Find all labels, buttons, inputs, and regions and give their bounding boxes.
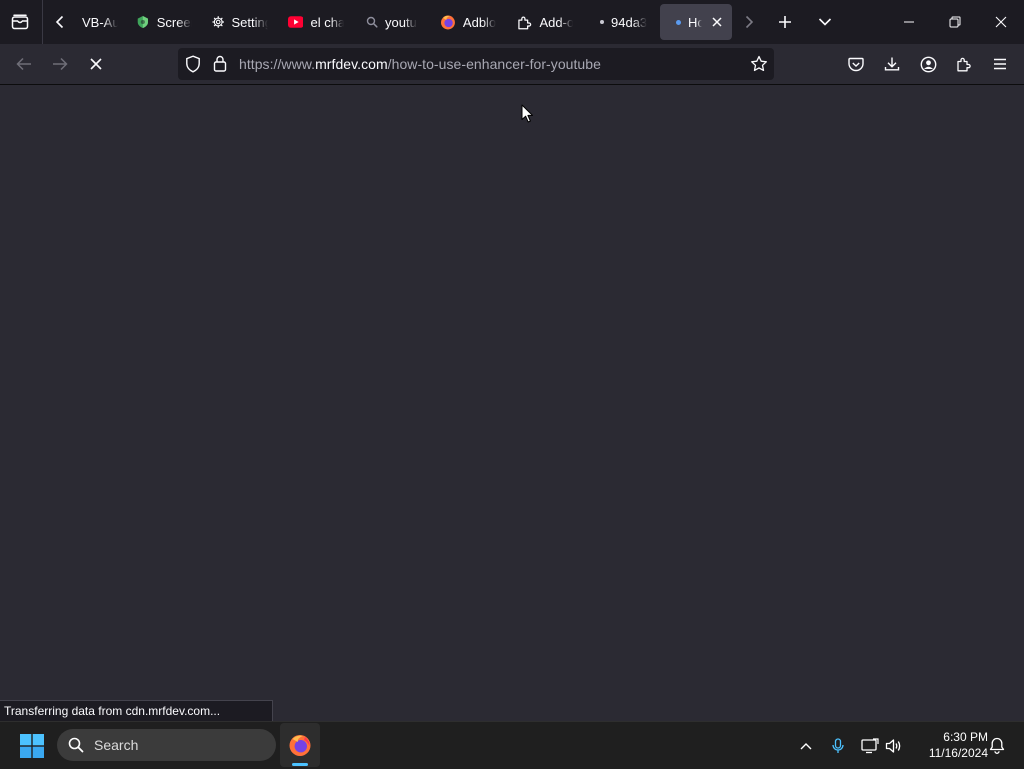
network-icon bbox=[861, 737, 879, 753]
green-shield-favicon bbox=[137, 16, 148, 28]
url-path: /how-to-use-enhancer-for-youtube bbox=[387, 56, 601, 72]
bookmark-star-button[interactable] bbox=[750, 55, 768, 73]
tab-add-ons[interactable]: Add-o bbox=[517, 4, 573, 40]
chevron-down-icon bbox=[818, 18, 832, 26]
pocket-icon bbox=[848, 57, 864, 71]
scroll-tabs-right-button[interactable] bbox=[734, 6, 764, 38]
volume-icon bbox=[885, 738, 901, 753]
tab-title: youtu bbox=[385, 14, 417, 30]
url-domain: mrfdev.com bbox=[315, 56, 388, 72]
mouse-cursor-icon bbox=[521, 104, 533, 123]
windows-taskbar: Search 6:30 PM 11/16/2024 bbox=[0, 721, 1024, 769]
url-text[interactable]: https://www.mrfdev.com/how-to-use-enhanc… bbox=[239, 56, 601, 72]
tab-how-to-use-enhancer[interactable]: How bbox=[660, 4, 732, 40]
tab-94da3[interactable]: 94da3 bbox=[598, 4, 648, 40]
restore-icon bbox=[949, 16, 961, 28]
show-hidden-icons-button[interactable] bbox=[792, 722, 820, 769]
tab-title: How bbox=[688, 14, 702, 30]
tab-title: Add-o bbox=[539, 14, 573, 30]
page-content-area[interactable] bbox=[0, 85, 1024, 721]
search-icon bbox=[366, 16, 378, 28]
tab-settings[interactable]: Settings bbox=[212, 4, 268, 40]
loading-dot-icon bbox=[676, 19, 681, 25]
chevron-up-icon bbox=[800, 742, 812, 749]
system-clock[interactable]: 6:30 PM 11/16/2024 bbox=[912, 729, 988, 761]
microphone-status[interactable] bbox=[826, 722, 850, 769]
tab-title: Settings bbox=[231, 14, 268, 30]
shield-icon bbox=[186, 55, 200, 73]
hamburger-menu-icon bbox=[994, 58, 1006, 70]
arrow-right-icon bbox=[53, 57, 68, 71]
network-status[interactable] bbox=[858, 722, 882, 769]
running-app-indicator bbox=[292, 763, 308, 766]
tab-title: el cha bbox=[310, 14, 344, 30]
new-tab-button[interactable] bbox=[769, 6, 801, 38]
chevron-left-icon bbox=[55, 15, 64, 29]
tab-youtube-search[interactable]: youtu bbox=[366, 4, 422, 40]
firefox-icon bbox=[289, 735, 311, 756]
downloads-button[interactable] bbox=[876, 48, 908, 80]
tab-title: Screen bbox=[156, 14, 192, 30]
lock-icon bbox=[213, 55, 227, 72]
site-security-lock-icon[interactable] bbox=[213, 55, 227, 72]
clock-date: 11/16/2024 bbox=[928, 746, 988, 760]
tab-youtube-video[interactable]: el cha bbox=[288, 4, 344, 40]
pocket-button[interactable] bbox=[840, 48, 872, 80]
minimize-icon bbox=[904, 21, 914, 23]
chevron-right-icon bbox=[745, 15, 754, 29]
stop-icon bbox=[90, 58, 102, 70]
taskbar-app-firefox[interactable] bbox=[280, 723, 320, 767]
tab-vb-audio[interactable]: VB-Au bbox=[82, 4, 118, 40]
firefox-view-button[interactable] bbox=[4, 6, 36, 38]
restore-button[interactable] bbox=[932, 0, 978, 44]
close-window-button[interactable] bbox=[978, 0, 1024, 44]
app-menu-button[interactable] bbox=[984, 48, 1016, 80]
puzzle-piece-icon bbox=[957, 57, 971, 72]
firefox-view-icon bbox=[11, 14, 29, 30]
close-window-icon bbox=[995, 16, 1007, 28]
tab-indicator-dot bbox=[600, 20, 604, 24]
taskbar-search-box[interactable]: Search bbox=[57, 729, 276, 761]
plus-icon bbox=[779, 16, 791, 28]
tab-screen[interactable]: Screen bbox=[136, 4, 192, 40]
forward-button[interactable] bbox=[44, 48, 76, 80]
search-icon bbox=[68, 737, 84, 753]
firefox-favicon bbox=[440, 15, 455, 30]
download-icon bbox=[884, 57, 900, 71]
star-icon bbox=[751, 55, 767, 72]
youtube-favicon bbox=[288, 16, 304, 28]
volume-control[interactable] bbox=[882, 722, 906, 769]
url-bar[interactable]: https://www.mrfdev.com/how-to-use-enhanc… bbox=[178, 48, 774, 80]
navigation-toolbar: https://www.mrfdev.com/how-to-use-enhanc… bbox=[0, 44, 1024, 85]
account-icon bbox=[920, 56, 936, 72]
arrow-left-icon bbox=[16, 57, 31, 71]
search-placeholder: Search bbox=[94, 737, 139, 753]
windows-logo-icon bbox=[20, 733, 44, 758]
notification-bell-icon bbox=[989, 737, 1005, 754]
scroll-tabs-left-button[interactable] bbox=[45, 6, 75, 38]
tracking-protection-icon[interactable] bbox=[185, 55, 201, 73]
status-panel: Transferring data from cdn.mrfdev.com... bbox=[0, 700, 273, 721]
tab-title: Adblo bbox=[462, 14, 496, 30]
gear-icon bbox=[212, 16, 225, 28]
back-button[interactable] bbox=[8, 48, 40, 80]
puzzle-icon bbox=[518, 16, 532, 30]
minimize-button[interactable] bbox=[886, 0, 932, 44]
list-all-tabs-button[interactable] bbox=[809, 6, 841, 38]
notifications-button[interactable] bbox=[986, 722, 1008, 769]
microphone-icon bbox=[832, 737, 844, 753]
close-icon bbox=[712, 17, 722, 27]
tab-adblock[interactable]: Adblo bbox=[440, 4, 496, 40]
tab-title: 94da3 bbox=[611, 14, 648, 30]
tab-strip: VB-Au Screen Settings el cha youtu bbox=[0, 0, 1024, 44]
start-button[interactable] bbox=[16, 722, 48, 769]
url-scheme: https://www. bbox=[239, 56, 316, 72]
account-button[interactable] bbox=[912, 48, 944, 80]
stop-loading-button[interactable] bbox=[80, 48, 112, 80]
close-tab-button[interactable] bbox=[711, 16, 723, 28]
tab-title: VB-Au bbox=[82, 14, 118, 30]
clock-time: 6:30 PM bbox=[943, 730, 988, 744]
tabstrip-separator bbox=[42, 0, 43, 44]
extensions-button[interactable] bbox=[948, 48, 980, 80]
